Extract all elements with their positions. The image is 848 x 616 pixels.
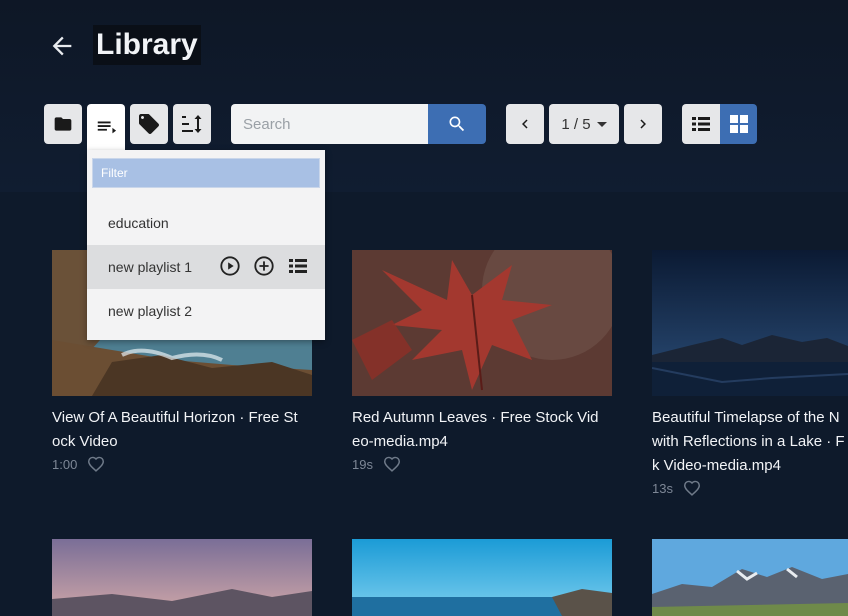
- video-thumbnail[interactable]: [352, 250, 612, 396]
- video-thumbnail[interactable]: [52, 539, 312, 616]
- search-icon: [449, 116, 465, 132]
- playlist-icon: [97, 121, 117, 134]
- video-duration: 1:00: [52, 456, 78, 472]
- playlist-dropdown: education new playlist 1: [87, 150, 325, 340]
- page-indicator: 1 / 5: [561, 115, 591, 133]
- caret-down-icon: [596, 121, 607, 127]
- folders-button[interactable]: [44, 104, 82, 144]
- search-button[interactable]: [428, 104, 486, 144]
- search-input[interactable]: [231, 104, 428, 144]
- add-to-playlist-button[interactable]: [253, 255, 275, 277]
- playlists-button[interactable]: [87, 104, 125, 150]
- chevron-left-icon: [522, 119, 528, 129]
- video-meta: 19s: [352, 456, 401, 472]
- playlist-item-new-playlist-2[interactable]: new playlist 2: [87, 289, 325, 333]
- video-title[interactable]: Red Autumn Leaves · Free Stock Vid eo-me…: [352, 406, 614, 454]
- back-button[interactable]: [46, 30, 78, 62]
- view-mode-toggle: [682, 104, 757, 144]
- heart-outline-icon: [683, 480, 700, 496]
- arrow-left-icon: [52, 36, 72, 56]
- video-meta: 1:00: [52, 456, 105, 472]
- favorite-button[interactable]: [683, 480, 701, 496]
- page-title: Library: [93, 25, 201, 65]
- list-view-icon: [692, 117, 710, 131]
- playlist-item-label: new playlist 1: [108, 259, 193, 275]
- play-playlist-button[interactable]: [219, 255, 241, 277]
- heart-outline-icon: [88, 456, 105, 472]
- grid-view-icon: [729, 115, 748, 133]
- prev-page-button[interactable]: [506, 104, 544, 144]
- tag-icon: [139, 114, 159, 134]
- playlist-filter-input[interactable]: [92, 158, 320, 188]
- folder-icon: [54, 117, 72, 131]
- search-bar: [231, 104, 486, 144]
- next-page-button[interactable]: [624, 104, 662, 144]
- play-circle-icon: [220, 256, 240, 276]
- video-meta: 13s: [652, 480, 701, 496]
- add-circle-icon: [254, 256, 274, 276]
- favorite-button[interactable]: [87, 456, 105, 472]
- heart-outline-icon: [383, 456, 400, 472]
- video-duration: 19s: [352, 456, 373, 472]
- list-view-button[interactable]: [682, 104, 720, 144]
- video-title[interactable]: Beautiful Timelapse of the N with Reflec…: [652, 406, 848, 478]
- playlist-item-actions: [219, 255, 309, 277]
- playlist-item-education[interactable]: education: [87, 201, 325, 245]
- sort-button[interactable]: [173, 104, 211, 144]
- video-title[interactable]: View Of A Beautiful Horizon · Free St oc…: [52, 406, 314, 454]
- page-select[interactable]: 1 / 5: [549, 104, 619, 144]
- playlist-item-label: education: [108, 215, 169, 231]
- sort-icon: [182, 115, 202, 133]
- favorite-button[interactable]: [383, 456, 401, 472]
- playlist-item-label: new playlist 2: [108, 303, 193, 319]
- list-icon: [289, 259, 307, 273]
- video-thumbnail[interactable]: [652, 250, 848, 396]
- video-thumbnail[interactable]: [652, 539, 848, 616]
- grid-view-button[interactable]: [720, 104, 757, 144]
- tags-button[interactable]: [130, 104, 168, 144]
- chevron-right-icon: [640, 119, 646, 129]
- video-thumbnail[interactable]: [352, 539, 612, 616]
- view-playlist-button[interactable]: [287, 255, 309, 277]
- video-duration: 13s: [652, 480, 673, 496]
- playlist-item-new-playlist-1[interactable]: new playlist 1: [87, 245, 325, 289]
